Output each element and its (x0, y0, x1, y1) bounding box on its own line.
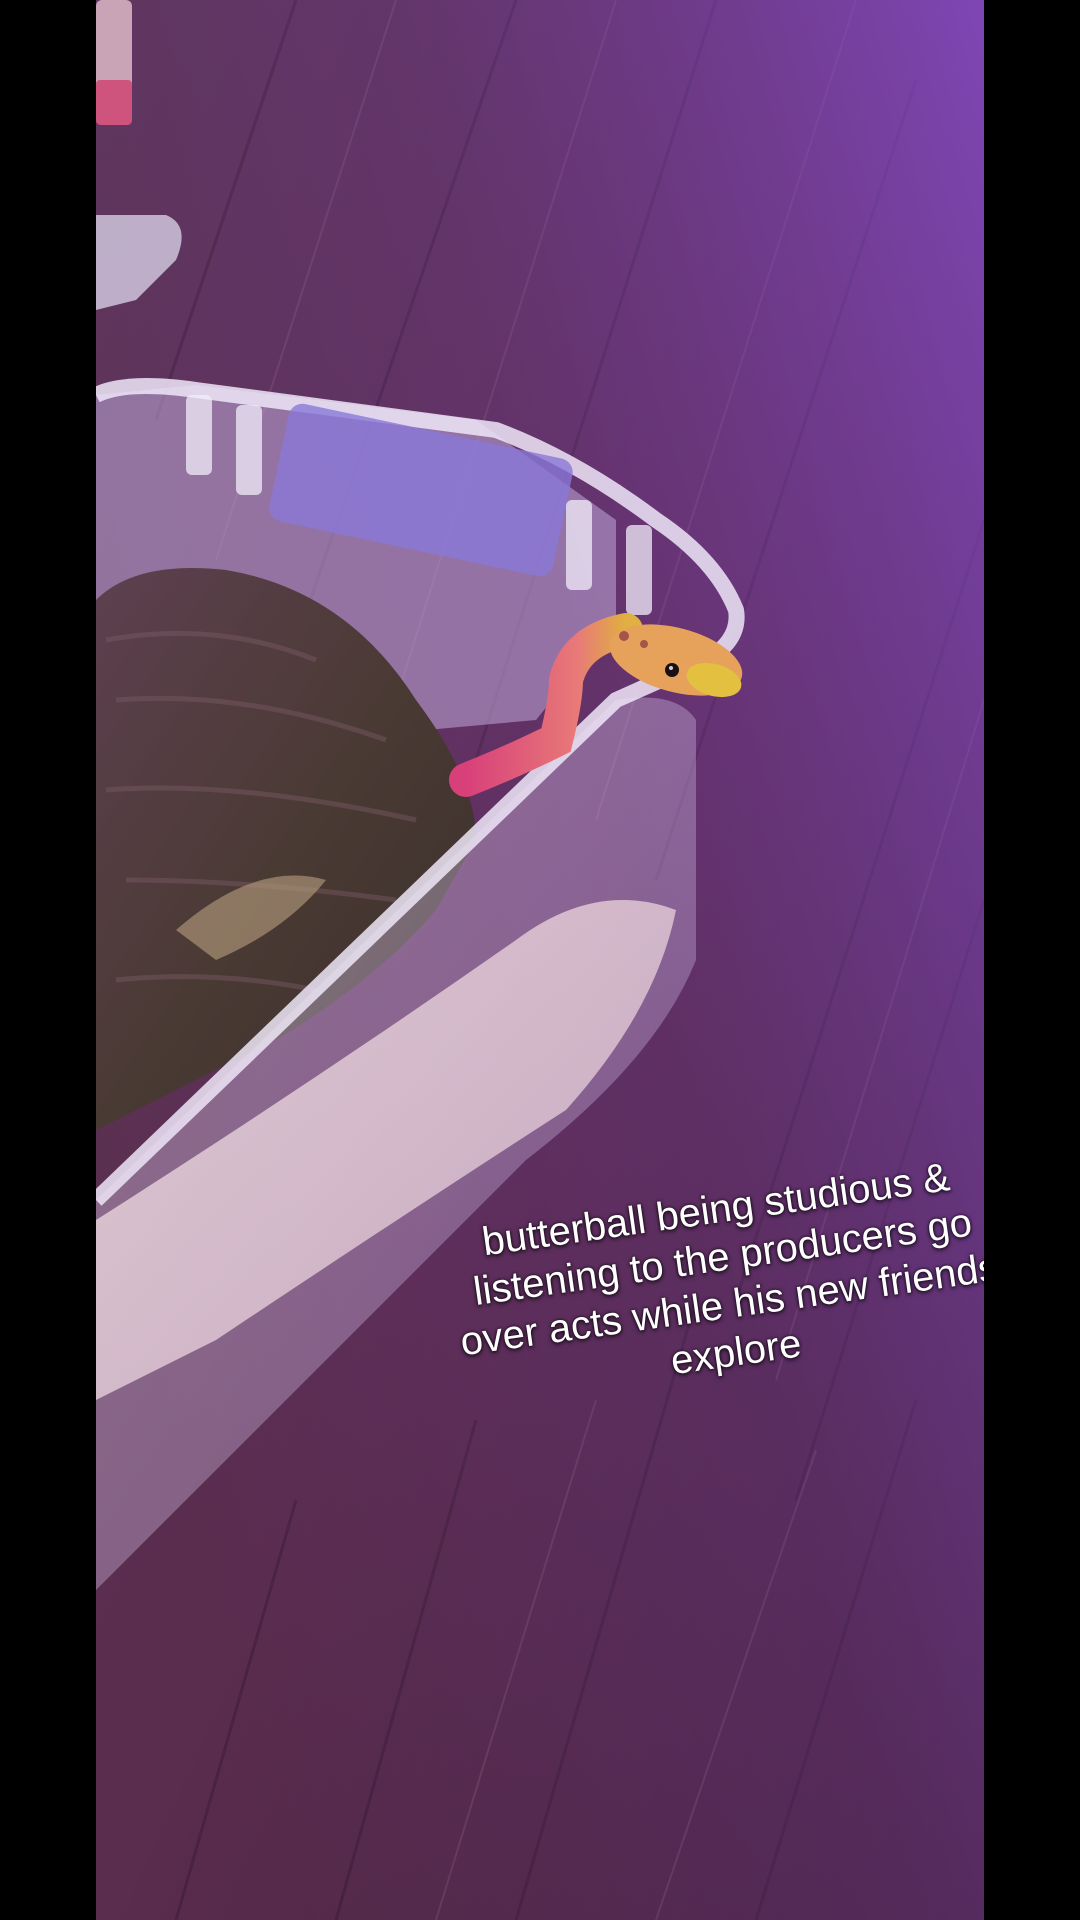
video-frame: butterball being studious & listening to… (96, 0, 984, 1920)
snake-eye (665, 663, 679, 677)
screen: butterball being studious & listening to… (0, 0, 1080, 1920)
scene-photo (96, 0, 984, 1920)
